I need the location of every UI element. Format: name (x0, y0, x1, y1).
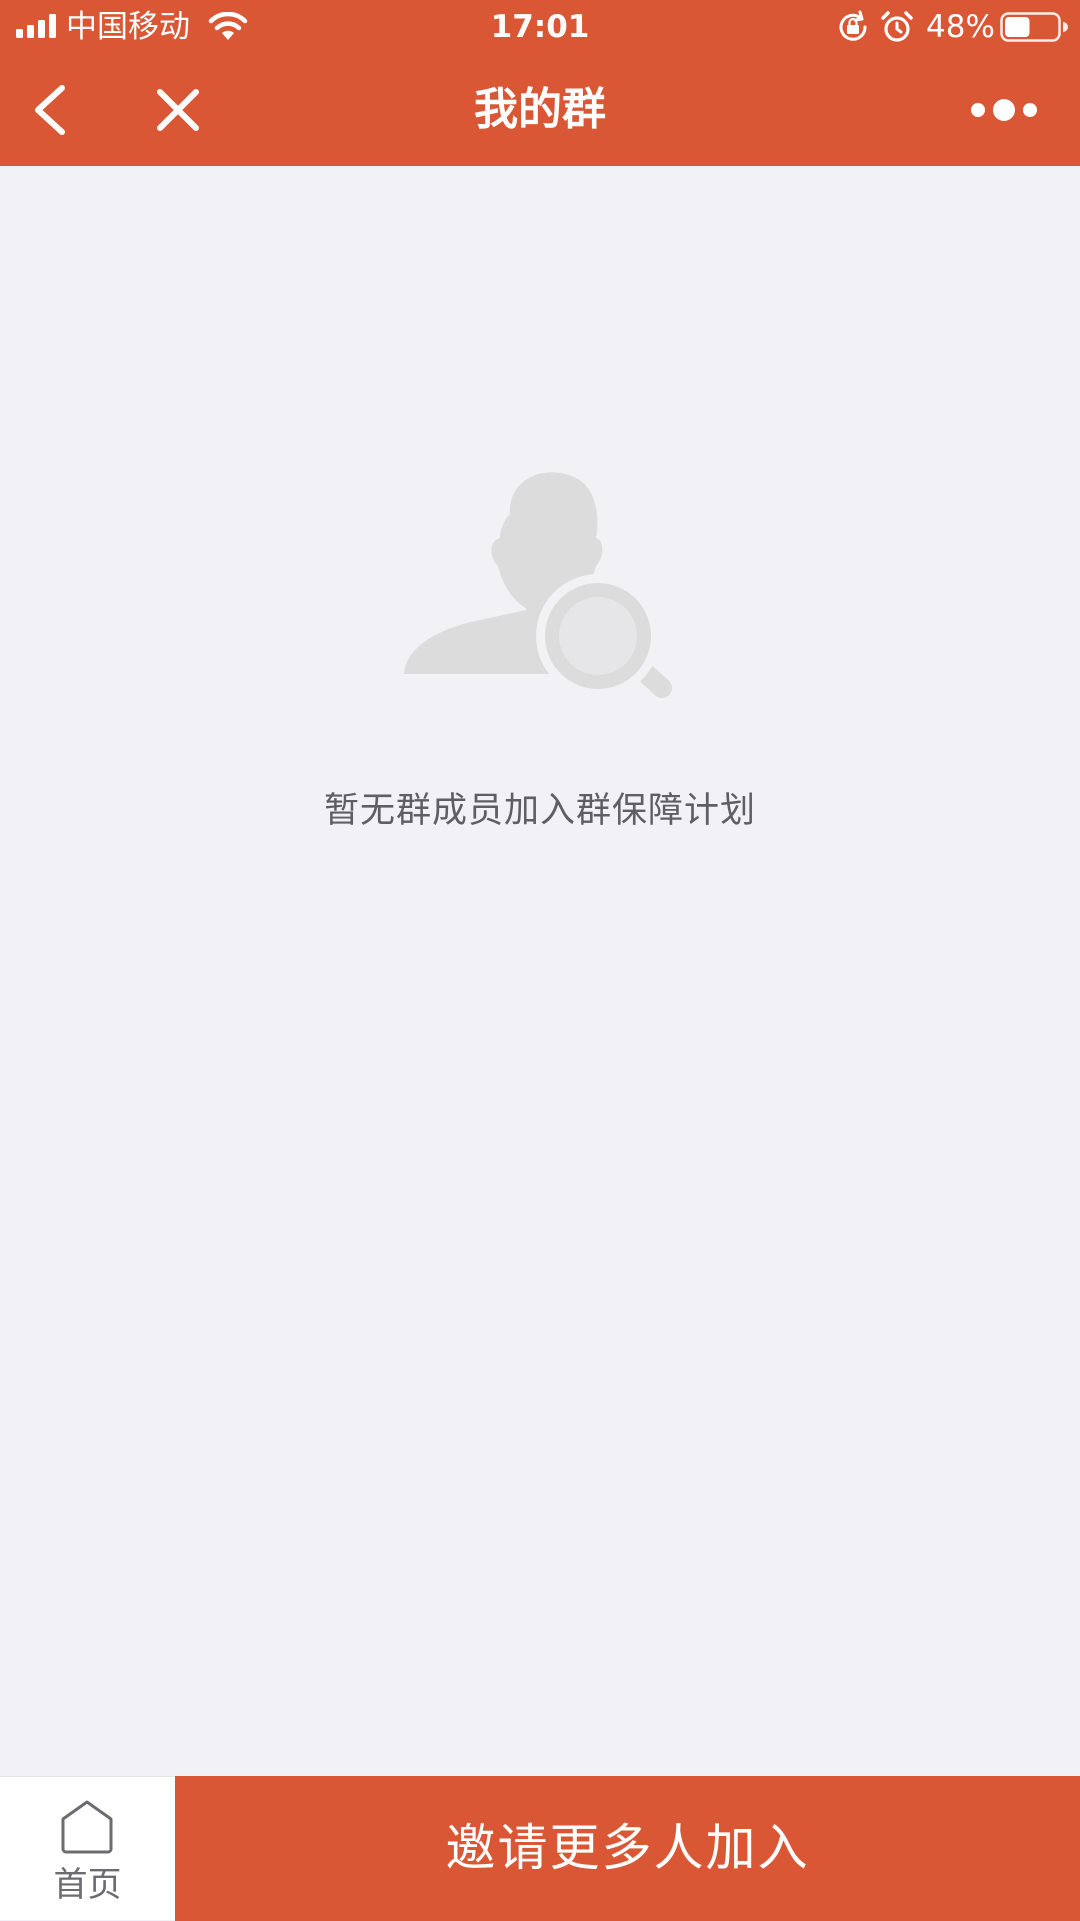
empty-state-message: 暂无群成员加入群保障计划 (323, 791, 756, 831)
battery-icon (1000, 12, 1068, 42)
user-search-icon (404, 472, 672, 698)
more-icon[interactable] (966, 88, 1042, 132)
home-tab-label: 首页 (53, 1865, 122, 1905)
battery-percent: 48% (926, 9, 995, 45)
status-bar: 中国移动 17:01 48% (0, 0, 1080, 54)
home-tab[interactable]: 首页 (0, 1777, 175, 1921)
home-icon (61, 1800, 113, 1854)
bottom-bar: 首页 邀请更多人加入 (0, 1776, 1080, 1921)
alarm-icon (881, 11, 913, 42)
status-time: 17:01 (490, 9, 590, 45)
page-title: 我的群 (474, 84, 606, 135)
rotation-lock-icon (839, 10, 867, 41)
invite-more-button[interactable]: 邀请更多人加入 (175, 1776, 1080, 1921)
app-header: 中国移动 17:01 48% 我的群 (0, 0, 1080, 166)
nav-bar: 我的群 (0, 54, 1080, 166)
